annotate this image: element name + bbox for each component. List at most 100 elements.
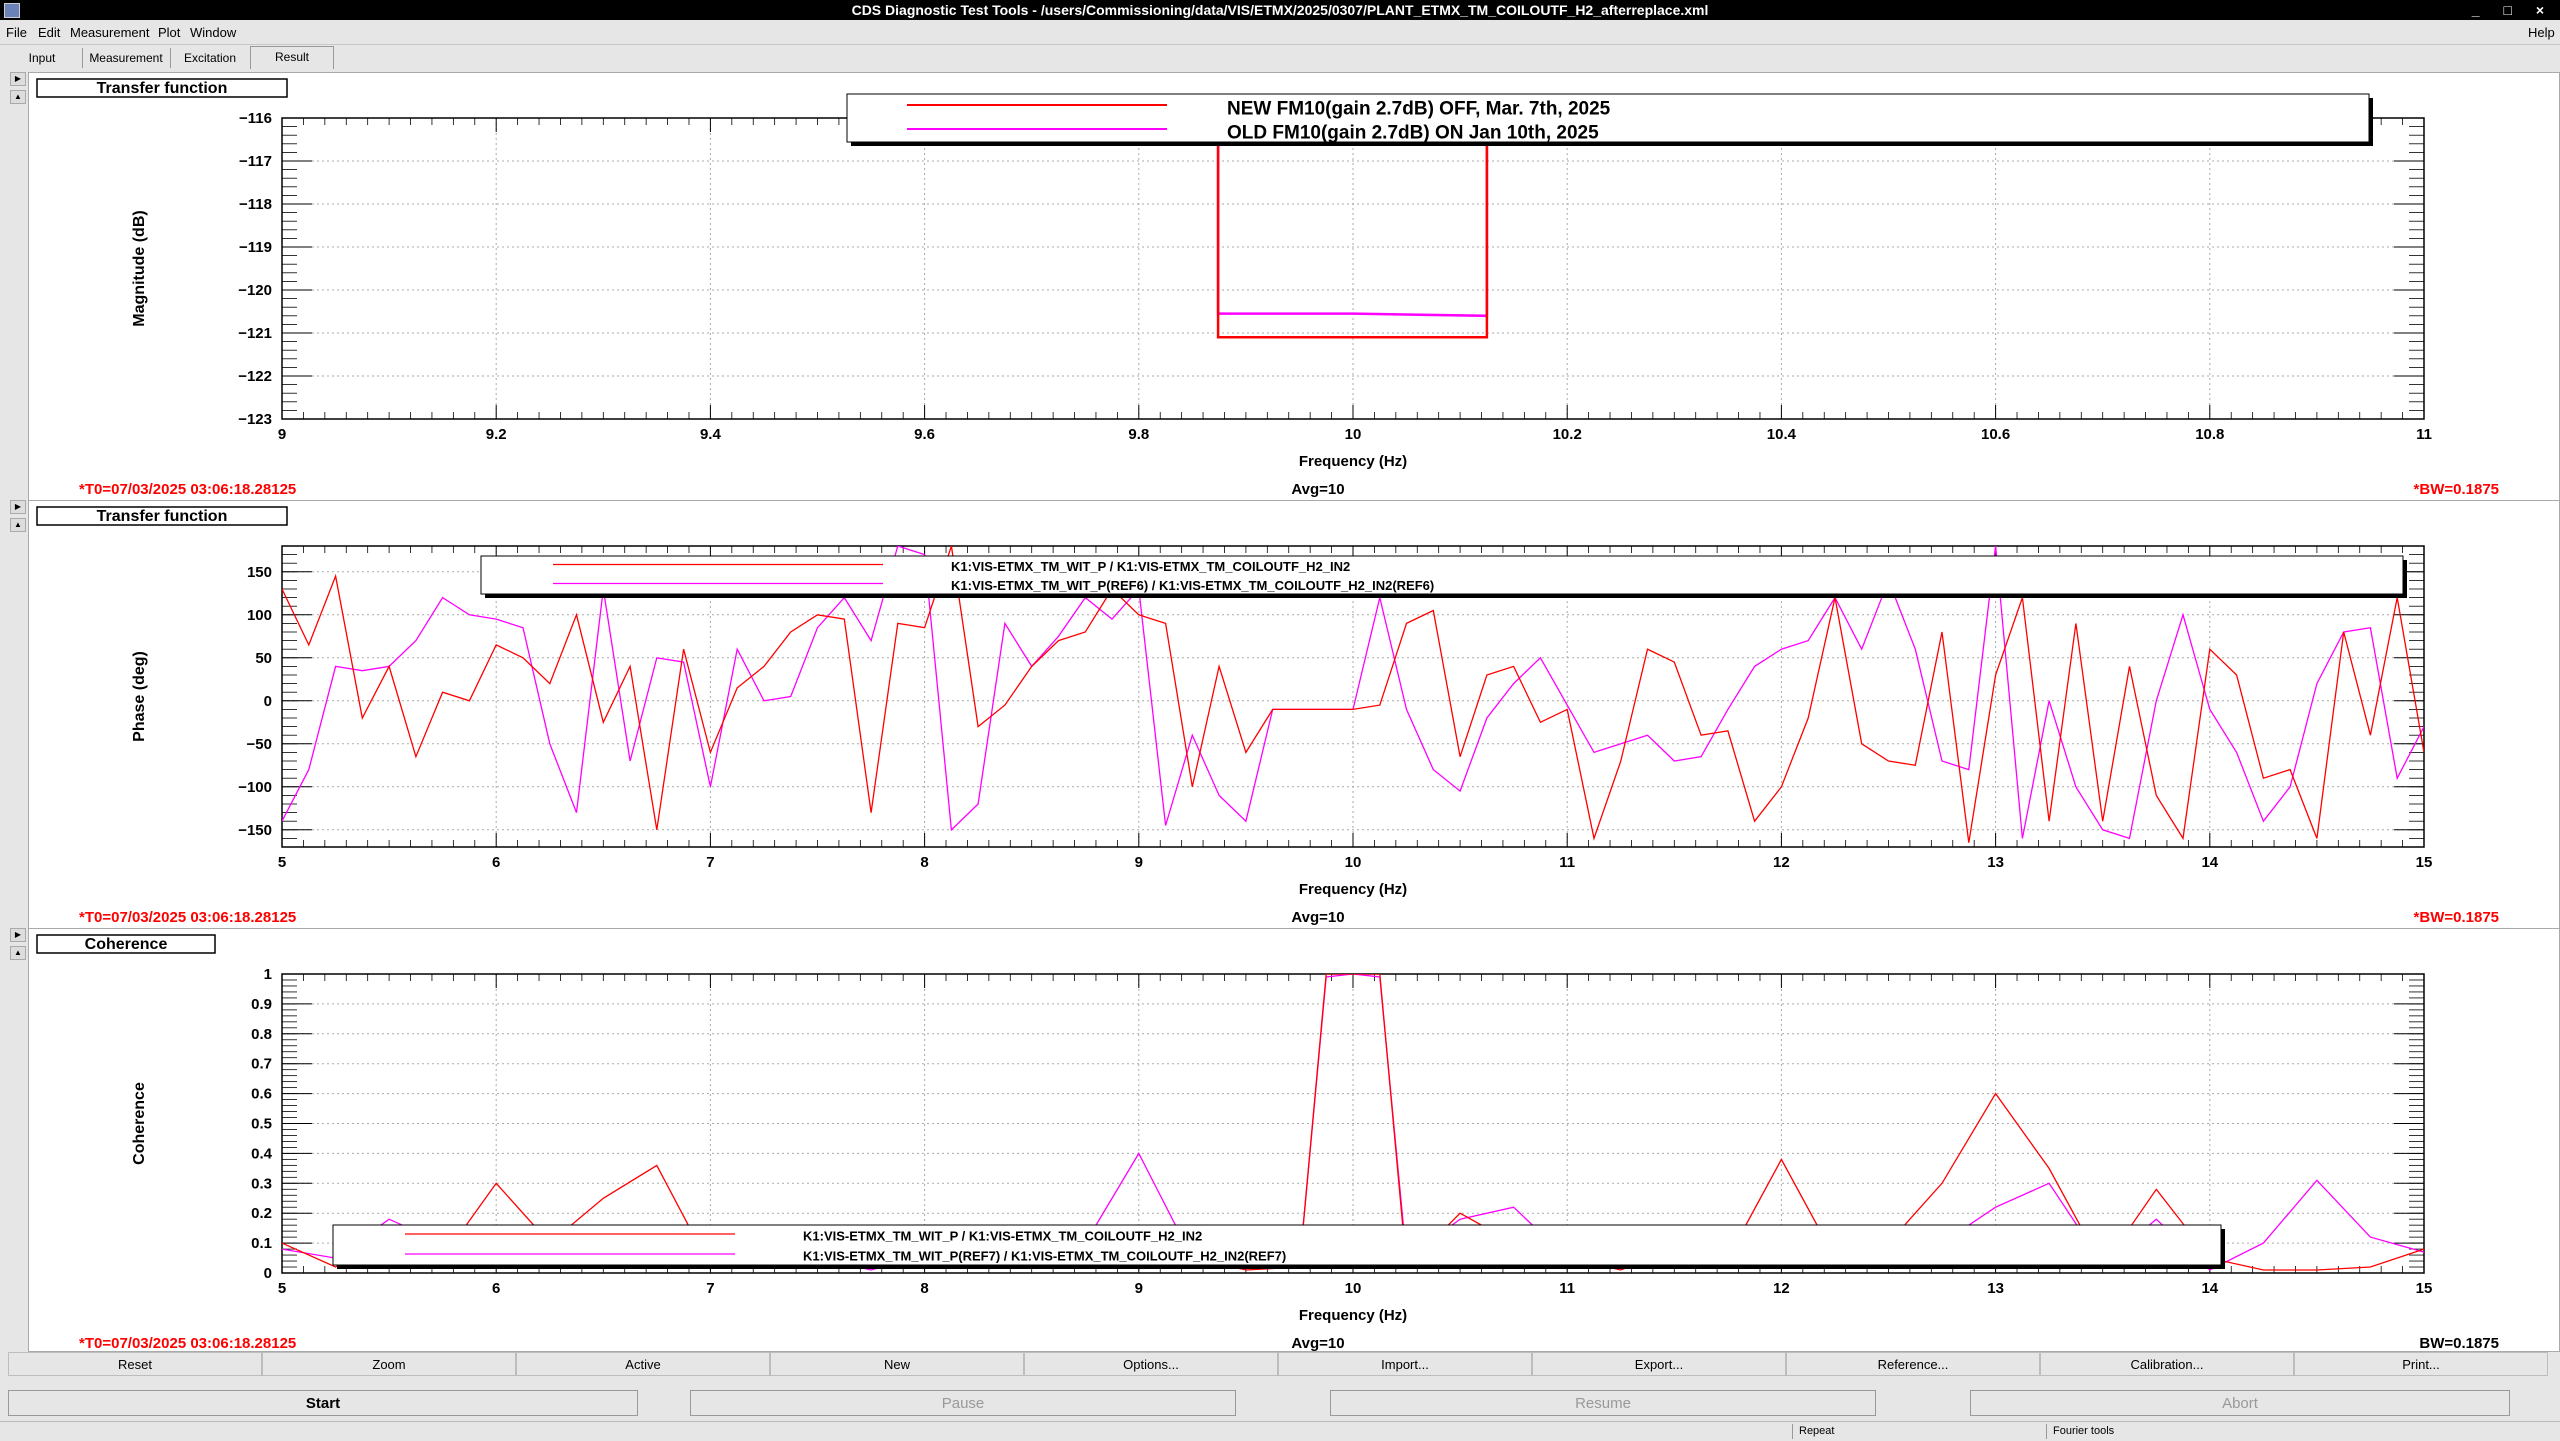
y-tick-label: 0.5 [251,1116,272,1133]
panel3-collapse-icon[interactable]: ▲ [10,946,26,960]
x-tick-label: 7 [706,854,714,871]
reference-button[interactable]: Reference... [1786,1352,2040,1376]
menu-plot[interactable]: Plot [158,25,180,40]
x-tick-label: 10.2 [1553,426,1582,443]
tab-result[interactable]: Result [250,46,334,69]
average-label: Avg=10 [1291,1335,1344,1351]
y-tick-label: −100 [238,779,272,796]
new-button[interactable]: New [770,1352,1024,1376]
options-button[interactable]: Options... [1024,1352,1278,1376]
resume-button[interactable]: Resume [1330,1390,1876,1416]
menu-help[interactable]: Help [2528,25,2555,40]
x-tick-label: 10.6 [1981,426,2010,443]
zoom-button[interactable]: Zoom [262,1352,516,1376]
tab-bar: Input Measurement Excitation Result [0,46,2560,70]
x-tick-label: 9.6 [914,426,935,443]
x-tick-label: 5 [278,1280,286,1297]
plot-panel-magnitude[interactable]: Transfer function 9 9.2 9.4 9.6 9.8 10 10.2 10.4… [28,72,2560,502]
legend-label-1: K1:VIS-ETMX_TM_WIT_P(REF6) / K1:VIS-ETMX… [951,578,1434,593]
menu-bar: File Edit Measurement Plot Window Help [0,20,2560,45]
legend-label-0: NEW FM10(gain 2.7dB) OFF, Mar. 7th, 2025 [1227,99,1611,120]
y-tick-label: 0.1 [251,1235,272,1252]
x-tick-label: 9.2 [486,426,507,443]
panel1-collapse-icon[interactable]: ▲ [10,90,26,104]
coherence-plot[interactable]: Coherence 5 6 7 8 9 10 11 12 13 14 15 0 0.1 0.2 0.3 0.4 0… [29,929,2559,1351]
bandwidth-label: *BW=0.1875 [2414,909,2499,926]
phase-plot[interactable]: Transfer function 5 6 7 8 9 10 11 12 13 14 15 −150 −1… [29,501,2559,929]
tab-input[interactable]: Input [2,48,83,68]
legend-label-0: K1:VIS-ETMX_TM_WIT_P / K1:VIS-ETMX_TM_CO… [951,559,1350,574]
panel3-expand-icon[interactable]: ▶ [10,928,26,942]
status-bar: Repeat Fourier tools [0,1421,2560,1441]
x-tick-label: 8 [920,854,928,871]
y-tick-label: −50 [247,736,272,753]
x-tick-label: 8 [920,1280,928,1297]
y-tick-label: 150 [247,564,272,581]
x-tick-label: 10.4 [1767,426,1797,443]
x-tick-label: 11 [1559,1280,1575,1297]
y-tick-label: 0.9 [251,996,272,1013]
y-tick-label: −118 [239,196,272,213]
print-button[interactable]: Print... [2294,1352,2548,1376]
y-tick-label: −117 [239,153,272,170]
plot-panel-phase[interactable]: Transfer function 5 6 7 8 9 10 11 12 13 14 15 −150 −1… [28,500,2560,930]
x-tick-label: 12 [1773,854,1790,871]
y-tick-label: 0.7 [251,1056,272,1073]
active-button[interactable]: Active [516,1352,770,1376]
menu-edit[interactable]: Edit [38,25,60,40]
timestamp-label: *T0=07/03/2025 03:06:18.28125 [79,481,296,498]
x-tick-label: 9 [1135,1280,1143,1297]
panel2-collapse-icon[interactable]: ▲ [10,518,26,532]
legend-label-1: K1:VIS-ETMX_TM_WIT_P(REF7) / K1:VIS-ETMX… [803,1249,1286,1264]
plot-toolbar: Reset Zoom Active New Options... Import.… [0,1352,2560,1378]
x-tick-label: 9 [1135,854,1143,871]
y-tick-label: 0.6 [251,1086,272,1103]
pause-button[interactable]: Pause [690,1390,1236,1416]
y-tick-label: 0 [264,693,272,710]
x-tick-label: 10 [1345,1280,1362,1297]
tab-excitation[interactable]: Excitation [170,48,251,68]
menu-measurement[interactable]: Measurement [70,25,149,40]
x-tick-label: 12 [1773,1280,1790,1297]
x-axis-label: Frequency (Hz) [1299,453,1407,470]
menu-window[interactable]: Window [190,25,236,40]
timestamp-label: *T0=07/03/2025 03:06:18.28125 [79,909,296,926]
tab-measurement[interactable]: Measurement [82,48,171,68]
calibration-button[interactable]: Calibration... [2040,1352,2294,1376]
x-tick-label: 13 [1987,854,2004,871]
window-controls[interactable]: _ □ × [2472,0,2554,20]
plot-panel-coherence[interactable]: Coherence 5 6 7 8 9 10 11 12 13 14 15 0 0.1 0.2 0.3 0.4 0… [28,928,2560,1352]
x-tick-label: 5 [278,854,286,871]
y-tick-label: 100 [247,607,272,624]
import-button[interactable]: Import... [1278,1352,1532,1376]
y-tick-label: 0.4 [251,1145,273,1162]
abort-button[interactable]: Abort [1970,1390,2510,1416]
x-tick-label: 10 [1345,854,1362,871]
y-axis-label: Coherence [131,1082,148,1165]
average-label: Avg=10 [1291,481,1344,498]
x-tick-label: 10.8 [2195,426,2224,443]
legend-label-1: OLD FM10(gain 2.7dB) ON Jan 10th, 2025 [1227,123,1599,144]
x-tick-label: 9 [278,426,286,443]
y-tick-label: −121 [238,325,272,342]
app-icon [4,3,20,18]
bandwidth-label: BW=0.1875 [2419,1335,2499,1351]
y-tick-label: −123 [238,411,272,428]
x-axis-label: Frequency (Hz) [1299,1307,1407,1324]
window-title: CDS Diagnostic Test Tools - /users/Commi… [851,2,1709,18]
x-tick-label: 6 [492,854,500,871]
reset-button[interactable]: Reset [8,1352,262,1376]
start-button[interactable]: Start [8,1390,638,1416]
x-axis-label: Frequency (Hz) [1299,881,1407,898]
magnitude-plot[interactable]: Transfer function 9 9.2 9.4 9.6 9.8 10 10.2 10.4… [29,73,2559,501]
y-tick-label: −119 [239,239,272,256]
panel2-expand-icon[interactable]: ▶ [10,500,26,514]
panel1-expand-icon[interactable]: ▶ [10,72,26,86]
y-tick-label: 0.2 [251,1205,272,1222]
y-axis-label: Magnitude (dB) [131,210,148,326]
x-tick-label: 13 [1987,1280,2004,1297]
export-button[interactable]: Export... [1532,1352,1786,1376]
y-tick-label: 50 [255,650,272,667]
status-fourier-tools: Fourier tools [2046,1424,2114,1439]
menu-file[interactable]: File [6,25,27,40]
